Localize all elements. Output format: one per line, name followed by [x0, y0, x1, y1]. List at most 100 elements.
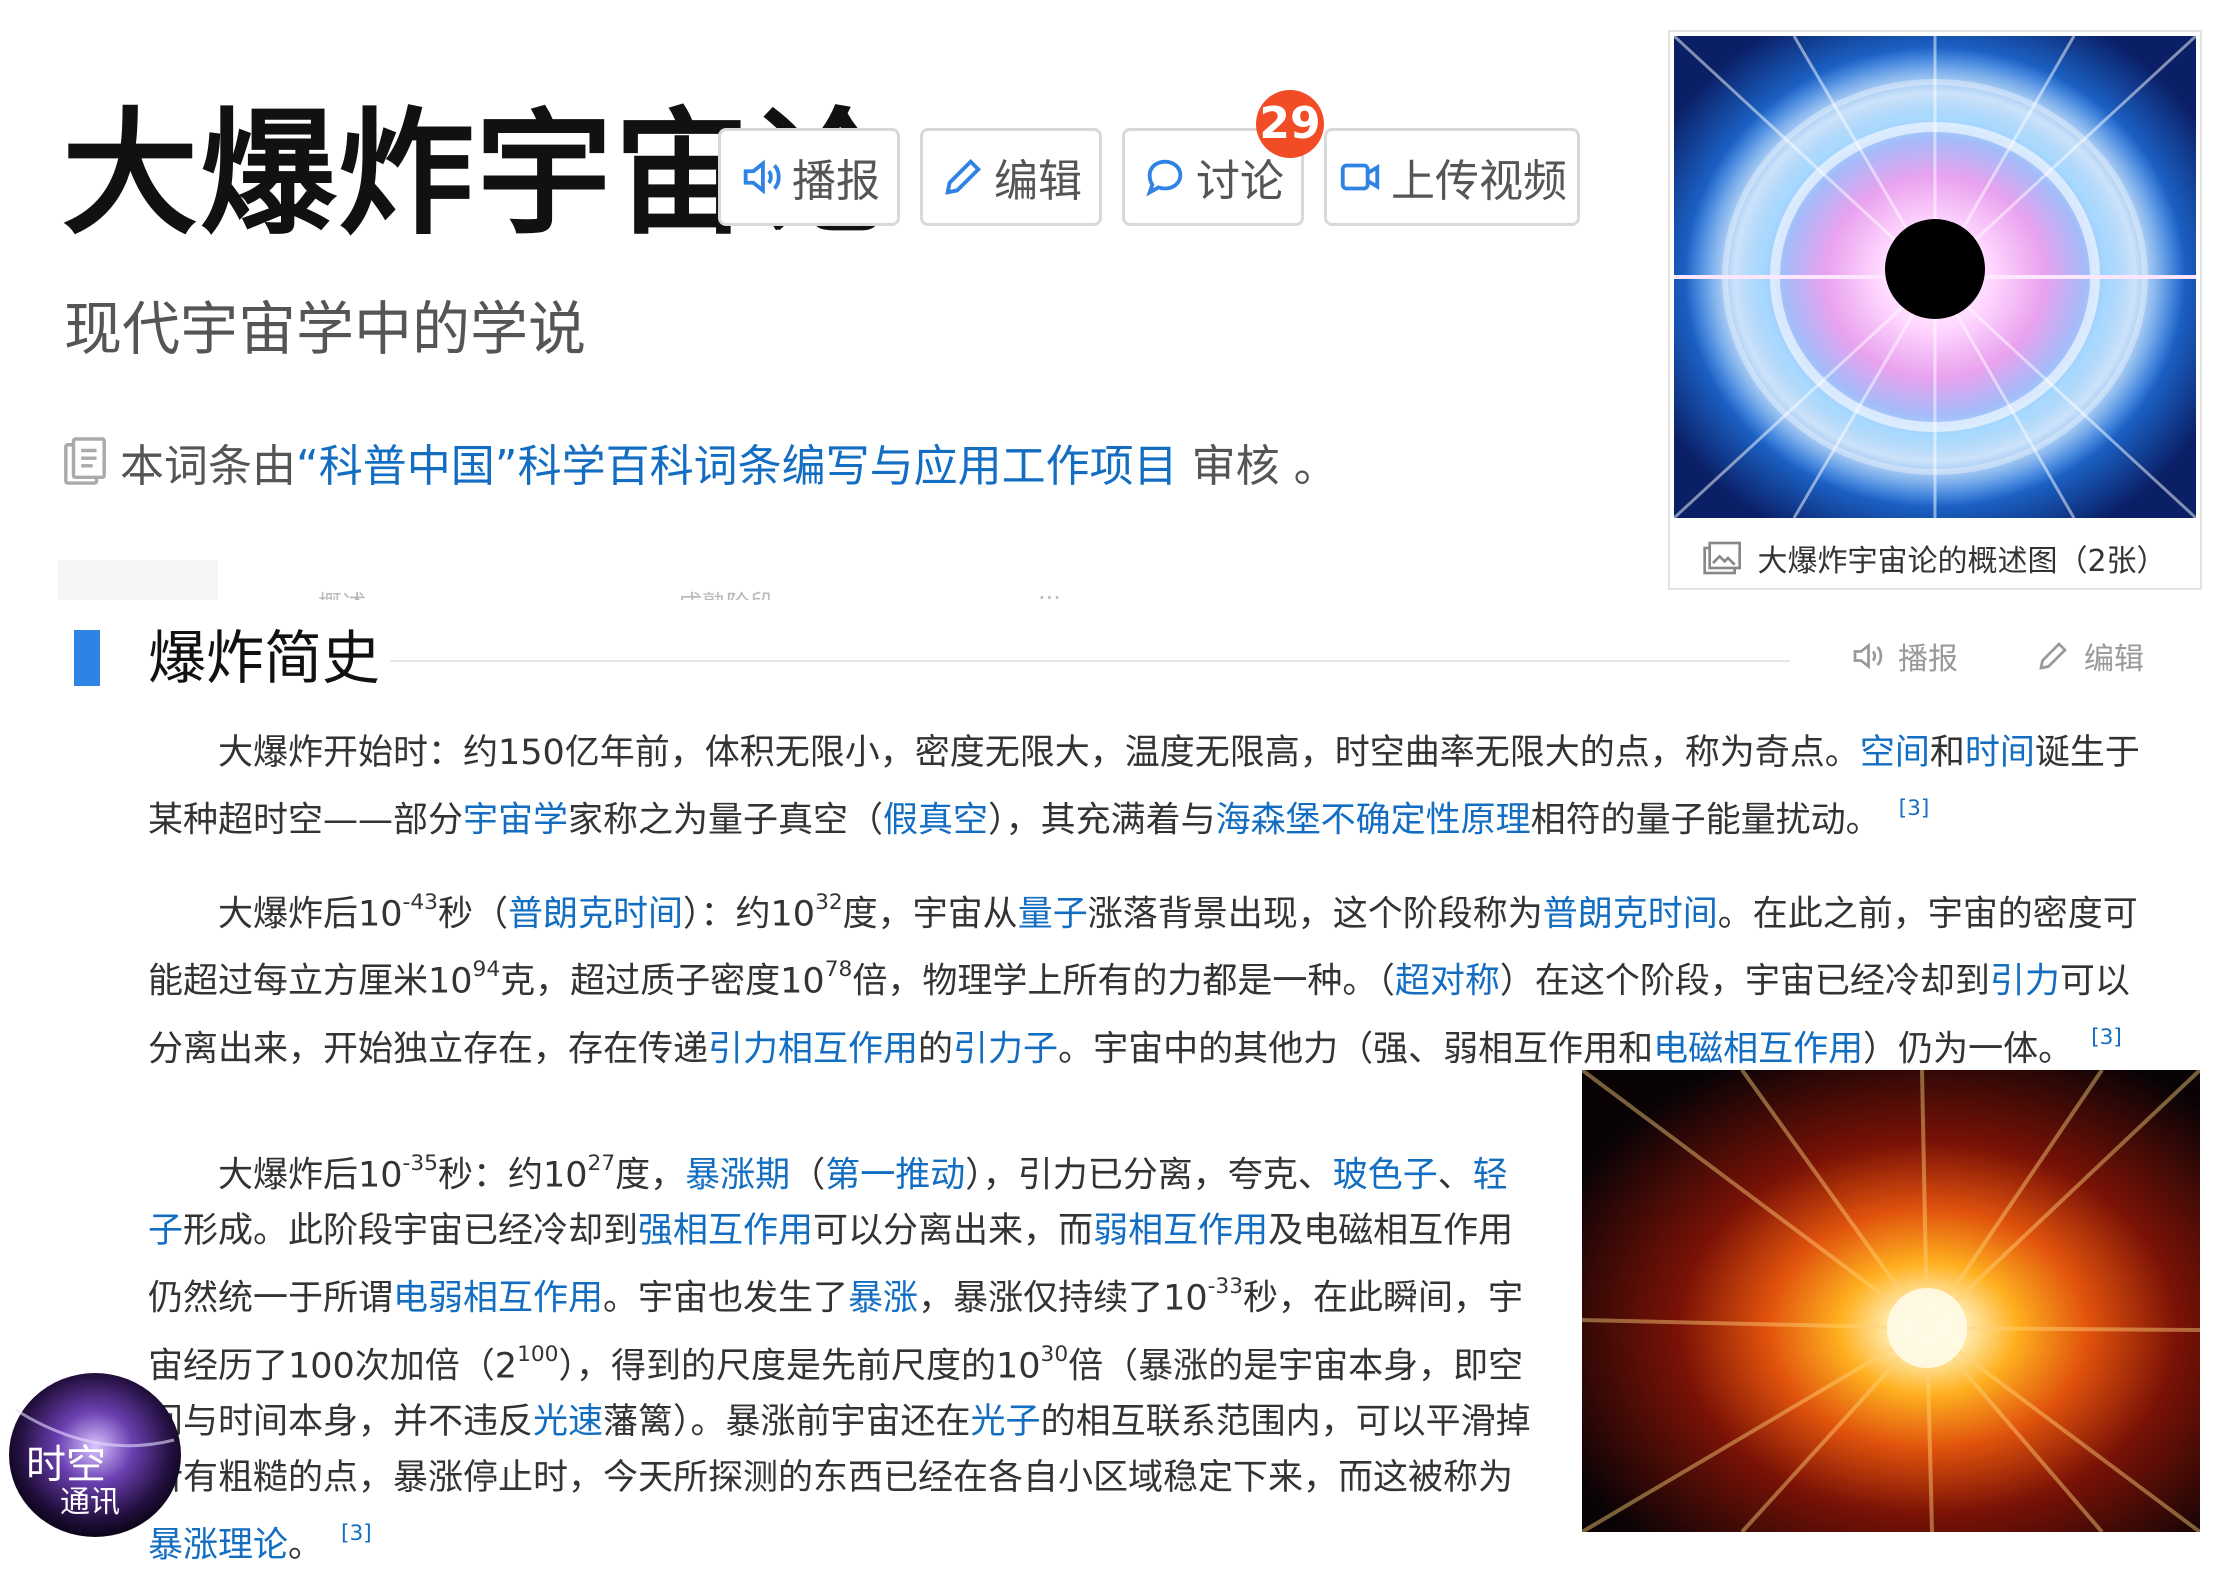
- exponent: 94: [472, 957, 501, 983]
- summary-image-card[interactable]: 大爆炸宇宙论的概述图（2张）: [1668, 30, 2202, 590]
- link-supersymmetry[interactable]: 超对称: [1395, 962, 1500, 1002]
- link-gravity[interactable]: 引力: [1990, 962, 2060, 1002]
- text: 可以分离出来，而: [813, 1211, 1094, 1252]
- link-weak-interaction[interactable]: 弱相互作用: [1093, 1211, 1268, 1251]
- text: 度，宇宙从: [842, 894, 1018, 935]
- paragraph-inflation: 大爆炸后10-35秒：约1027度，暴涨期（第一推动），引力已分离，夸克、玻色子…: [148, 1136, 1538, 1573]
- link-time[interactable]: 时间: [1965, 733, 2035, 773]
- link-false-vacuum[interactable]: 假真空: [883, 800, 988, 840]
- text: 的: [918, 1028, 954, 1069]
- edit-button[interactable]: 编辑: [920, 128, 1102, 226]
- text: 相符的量子能量扰动。: [1530, 800, 1881, 841]
- text: 。宇宙也发生了: [603, 1278, 849, 1319]
- link-electroweak-interaction[interactable]: 电弱相互作用: [393, 1279, 603, 1319]
- link-cosmology[interactable]: 宇宙学: [463, 800, 568, 840]
- exponent: 78: [824, 957, 853, 983]
- exponent: -33: [1207, 1274, 1244, 1300]
- explosion-image[interactable]: [1582, 1070, 2200, 1532]
- link-inflation-epoch[interactable]: 暴涨期: [685, 1155, 790, 1195]
- link-space[interactable]: 空间: [1860, 733, 1930, 773]
- link-planck-time[interactable]: 普朗克时间: [1543, 894, 1718, 934]
- link-strong-interaction[interactable]: 强相互作用: [638, 1211, 813, 1251]
- review-notice: 本词条由“科普中国”科学百科词条编写与应用工作项目 审核 。: [62, 430, 1338, 494]
- exponent: 100: [517, 1341, 559, 1367]
- catalog-tab-strip: 概述 成熟阶段 ···: [58, 560, 1658, 600]
- upload-video-button[interactable]: 上传视频: [1324, 128, 1580, 226]
- link-first-push[interactable]: 第一推动: [825, 1155, 965, 1195]
- link-photon[interactable]: 光子: [971, 1402, 1041, 1442]
- chat-bubble-icon: [1146, 159, 1183, 197]
- reference-link[interactable]: [3]: [2091, 1025, 2122, 1050]
- discuss-count-badge: 29: [1256, 90, 1324, 158]
- text: 涨落背景出现，这个阶段称为: [1087, 894, 1543, 935]
- catalog-tab-active[interactable]: [58, 560, 218, 600]
- play-button[interactable]: 播报: [718, 128, 900, 226]
- text: ）：约10: [683, 894, 816, 935]
- exponent: 30: [1040, 1341, 1069, 1367]
- summary-image[interactable]: [1674, 36, 2196, 518]
- section-play-label: 播报: [1898, 642, 1958, 677]
- text: ）仍为一体。: [1863, 1028, 2074, 1069]
- link-boson[interactable]: 玻色子: [1333, 1155, 1438, 1195]
- upload-label: 上传视频: [1391, 156, 1567, 207]
- gallery-icon: [1703, 541, 1742, 575]
- section-play-button[interactable]: 播报: [1848, 634, 1958, 678]
- text: 克，超过质子密度10: [500, 961, 825, 1002]
- link-gravitational-interaction[interactable]: 引力相互作用: [708, 1029, 918, 1069]
- video-camera-icon: [1340, 163, 1380, 191]
- link-inflation[interactable]: 暴涨: [848, 1279, 918, 1319]
- link-planck-time[interactable]: 普朗克时间: [508, 894, 683, 934]
- text: 大爆炸开始时：约150亿年前，体积无限小，密度无限大，温度无限高，时空曲率无限大…: [218, 733, 1860, 773]
- watermark-logo: 时空 通讯: [6, 1370, 184, 1540]
- text: ），其充满着与: [988, 800, 1216, 841]
- summary-image-caption[interactable]: 大爆炸宇宙论的概述图（2张）: [1670, 530, 2200, 586]
- catalog-tab-fragment[interactable]: ···: [1038, 584, 1061, 600]
- review-prefix: 本词条由: [120, 441, 296, 492]
- review-suffix: 审核 。: [1177, 441, 1338, 492]
- exponent: -35: [402, 1151, 438, 1176]
- section-edit-button[interactable]: 编辑: [2034, 634, 2144, 678]
- section-divider: [390, 660, 1790, 662]
- text: ）在这个阶段，宇宙已经冷却到: [1499, 961, 1990, 1002]
- section-accent-bar: [74, 630, 100, 686]
- exponent: 27: [587, 1151, 616, 1176]
- link-uncertainty-principle[interactable]: 海森堡不确定性原理: [1216, 800, 1531, 840]
- text: 大爆炸后10: [218, 894, 403, 935]
- paragraph-planck-epoch: 大爆炸后10-43秒（普朗克时间）：约1032度，宇宙从量子涨落背景出现，这个阶…: [148, 875, 2148, 1077]
- text: ，暴涨仅持续了10: [918, 1278, 1208, 1319]
- text: 倍，物理学上所有的力都是一种。（: [852, 961, 1395, 1002]
- pencil-icon: [2039, 642, 2067, 670]
- text: 。: [288, 1525, 324, 1566]
- catalog-tab-fragment[interactable]: 概述: [318, 584, 366, 600]
- text: （: [790, 1155, 826, 1196]
- play-label: 播报: [792, 156, 880, 207]
- speaker-icon: [743, 159, 781, 195]
- link-electromagnetic-interaction[interactable]: 电磁相互作用: [1653, 1029, 1863, 1069]
- watermark-line1: 时空: [26, 1442, 106, 1488]
- page-subtitle: 现代宇宙学中的学说: [64, 295, 587, 363]
- text: 和: [1929, 733, 1965, 773]
- reference-link[interactable]: [3]: [341, 1521, 372, 1546]
- exponent: 32: [815, 890, 843, 915]
- paragraph-singularity: 大爆炸开始时：约150亿年前，体积无限小，密度无限大，温度无限高，时空曲率无限大…: [148, 725, 2148, 848]
- catalog-tab-fragment[interactable]: 成熟阶段: [678, 584, 774, 600]
- caption-text: 大爆炸宇宙论的概述图（2张）: [1757, 544, 2167, 579]
- reference-link[interactable]: [3]: [1899, 796, 1930, 821]
- pencil-icon: [945, 158, 982, 195]
- text: 家称之为量子真空（: [568, 800, 884, 841]
- link-quantum[interactable]: 量子: [1018, 894, 1088, 934]
- section-edit-label: 编辑: [2084, 642, 2144, 677]
- review-project-link[interactable]: “科普中国”科学百科词条编写与应用工作项目: [296, 441, 1178, 492]
- link-speed-of-light[interactable]: 光速: [533, 1402, 603, 1442]
- text: ），得到的尺度是先前尺度的10: [558, 1345, 1041, 1386]
- link-graviton[interactable]: 引力子: [953, 1029, 1058, 1069]
- text: ），引力已分离，夸克、: [965, 1155, 1333, 1196]
- section-title: 爆炸简史: [148, 624, 381, 692]
- watermark-line2: 通讯: [60, 1485, 120, 1520]
- text: 。宇宙中的其他力（强、弱相互作用和: [1058, 1028, 1654, 1069]
- text: 形成。此阶段宇宙已经冷却到: [183, 1211, 639, 1252]
- speaker-icon: [1853, 642, 1883, 670]
- exponent: -43: [402, 890, 438, 915]
- text: 秒（: [437, 894, 508, 935]
- document-icon: [64, 437, 106, 485]
